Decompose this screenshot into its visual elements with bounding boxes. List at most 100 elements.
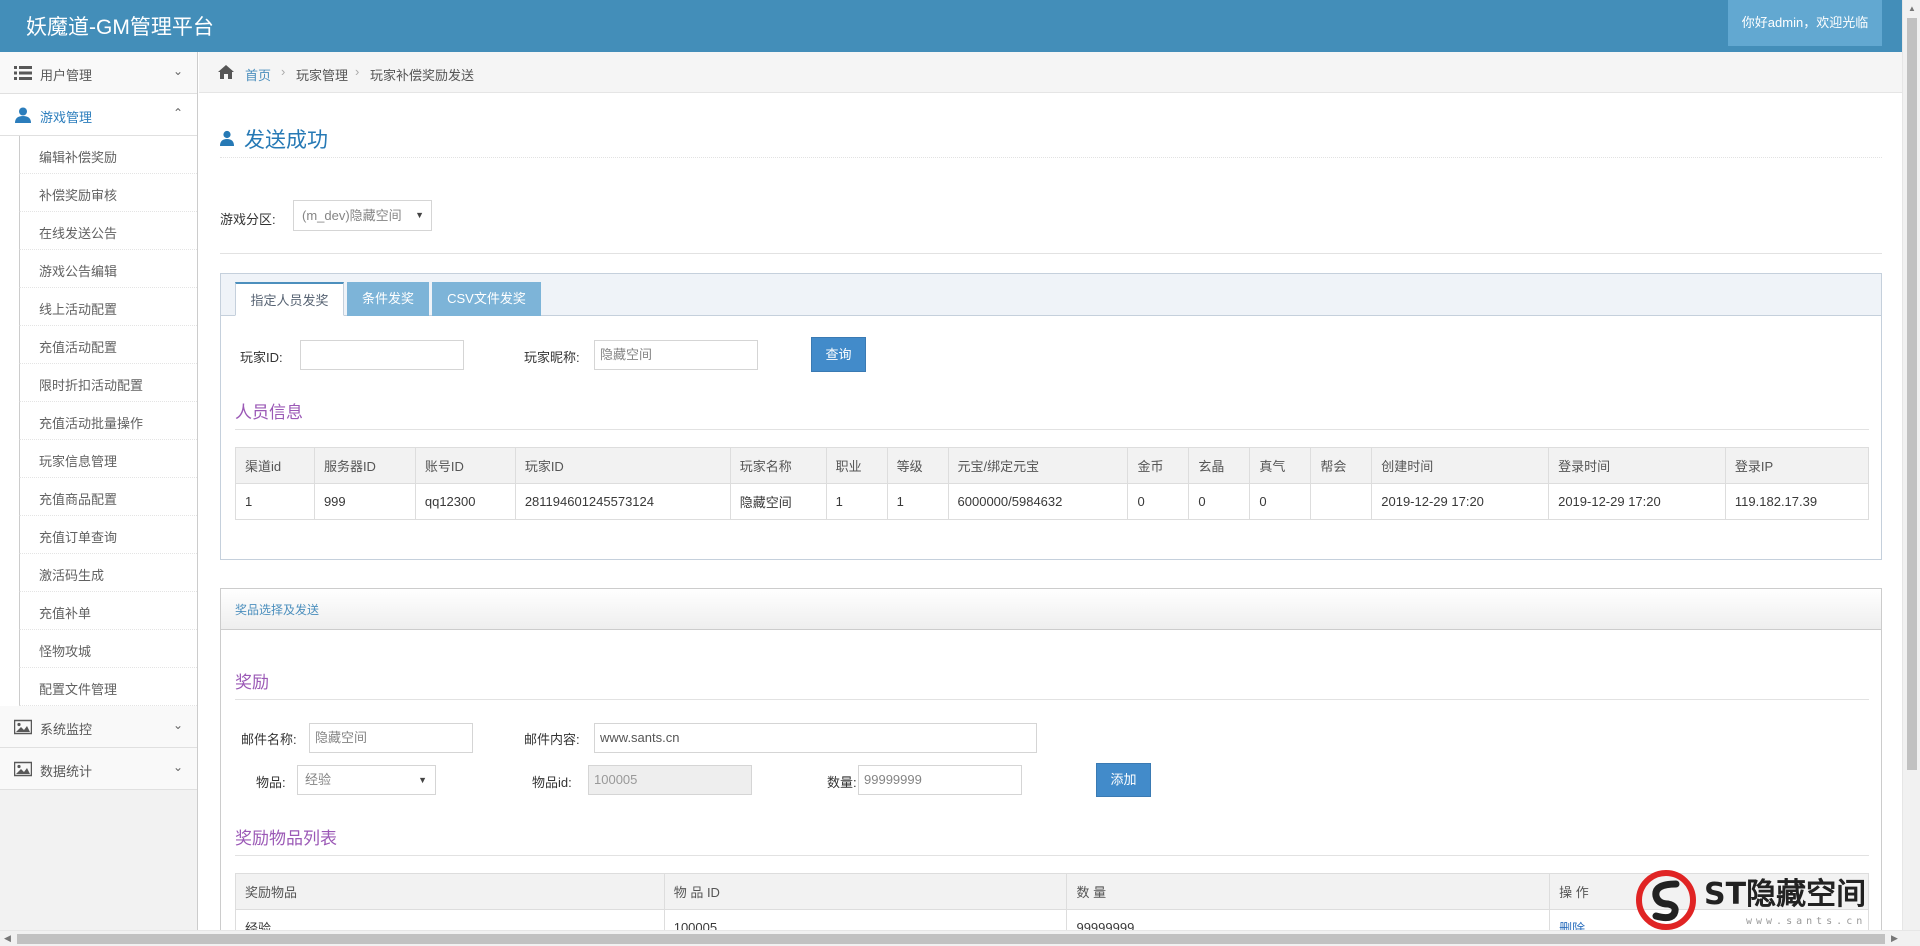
- user-icon: [15, 107, 31, 123]
- table-cell: 0: [1188, 483, 1251, 520]
- zone-selected-value: (m_dev)隐藏空间: [302, 208, 402, 223]
- sidebar-item-online-announcement[interactable]: 在线发送公告: [19, 212, 197, 250]
- zone-select[interactable]: (m_dev)隐藏空间 ▼: [293, 200, 432, 231]
- table-header-row: 渠道id 服务器ID 账号ID 玩家ID 玩家名称 职业 等级 元宝/绑定元宝 …: [235, 447, 1870, 484]
- sidebar-item-recharge-supplement[interactable]: 充值补单: [19, 592, 197, 630]
- sidebar-item-online-activity[interactable]: 线上活动配置: [19, 288, 197, 326]
- reward-list-title: 奖励物品列表: [235, 829, 337, 848]
- sidebar-item-announcement-edit[interactable]: 游戏公告编辑: [19, 250, 197, 288]
- quantity-input[interactable]: 99999999: [858, 765, 1022, 795]
- item-id-label: 物品id:: [532, 775, 572, 790]
- horizontal-scrollbar[interactable]: ◀ ▶: [0, 930, 1920, 946]
- zone-label: 游戏分区:: [220, 212, 276, 227]
- column-header: 账号ID: [414, 447, 516, 484]
- sidebar-group-data-statistics[interactable]: 数据统计 ⌄: [0, 748, 197, 790]
- player-id-input[interactable]: [300, 340, 464, 370]
- breadcrumb-current: 玩家补偿奖励发送: [370, 68, 475, 83]
- vertical-scrollbar[interactable]: ▲: [1902, 0, 1920, 930]
- divider: [220, 253, 1882, 254]
- sidebar-item-activation-code[interactable]: 激活码生成: [19, 554, 197, 592]
- divider: [235, 855, 1869, 856]
- caret-down-icon: ▼: [415, 210, 424, 220]
- column-header: 数 量: [1066, 873, 1551, 910]
- column-header: 真气: [1249, 447, 1312, 484]
- column-header: 帮会: [1310, 447, 1373, 484]
- table-cell: 281194601245573124: [514, 483, 731, 520]
- sidebar-item-compensation-review[interactable]: 补偿奖励审核: [19, 174, 197, 212]
- user-icon: [220, 130, 234, 146]
- page-title: 发送成功: [244, 129, 328, 152]
- player-id-label: 玩家ID:: [240, 350, 283, 365]
- sidebar-group-label: 系统监控: [40, 722, 93, 737]
- breadcrumb-home-link[interactable]: 首页: [245, 65, 271, 84]
- column-header: 服务器ID: [313, 447, 416, 484]
- player-info-table: 渠道id 服务器ID 账号ID 玩家ID 玩家名称 职业 等级 元宝/绑定元宝 …: [235, 447, 1870, 520]
- nickname-input[interactable]: 隐藏空间: [594, 340, 758, 370]
- item-selected-value: 经验: [305, 772, 332, 787]
- watermark-subtext: www.sants.cn: [1746, 916, 1866, 927]
- mail-name-input[interactable]: 隐藏空间: [309, 723, 473, 753]
- column-header: 奖励物品: [235, 873, 665, 910]
- tab-bar: 指定人员发奖 条件发奖 CSV文件发奖: [221, 274, 1881, 316]
- sidebar-item-recharge-orders[interactable]: 充值订单查询: [19, 516, 197, 554]
- scroll-left-icon[interactable]: ◀: [4, 933, 11, 944]
- column-header: 元宝/绑定元宝: [947, 447, 1129, 484]
- table-cell: 6000000/5984632: [947, 483, 1129, 520]
- app-title[interactable]: 妖魔道-GM管理平台: [26, 11, 214, 41]
- scroll-right-icon[interactable]: ▶: [1891, 933, 1898, 944]
- column-header: 职业: [825, 447, 888, 484]
- scroll-up-icon[interactable]: ▲: [1908, 4, 1916, 13]
- breadcrumb-separator: ›: [355, 64, 360, 79]
- sidebar-group-game-management[interactable]: 游戏管理 ⌃: [0, 94, 197, 136]
- column-header: 物 品 ID: [663, 873, 1068, 910]
- home-icon: [218, 65, 234, 79]
- scrollbar-thumb[interactable]: [17, 934, 1885, 944]
- sidebar-item-monster-siege[interactable]: 怪物攻城: [19, 630, 197, 668]
- sidebar-group-label: 用户管理: [40, 68, 93, 83]
- table-cell: 119.182.17.39: [1724, 483, 1870, 520]
- table-cell: 1: [886, 483, 949, 520]
- table-cell: 1: [825, 483, 888, 520]
- sidebar-item-config-files[interactable]: 配置文件管理: [19, 668, 197, 706]
- mail-content-label: 邮件内容:: [524, 732, 580, 747]
- breadcrumb-level1: 玩家管理: [296, 68, 349, 83]
- column-header: 创建时间: [1371, 447, 1550, 484]
- reward-panel-body: 奖励 邮件名称: 隐藏空间 邮件内容: www.sants.cn 物品: 经验 …: [220, 630, 1882, 946]
- sidebar-item-recharge-activity[interactable]: 充值活动配置: [19, 326, 197, 364]
- reward-panel-header[interactable]: 奖品选择及发送: [220, 588, 1882, 630]
- mail-content-input[interactable]: www.sants.cn: [594, 723, 1037, 753]
- tab-conditional[interactable]: 条件发奖: [347, 282, 429, 316]
- breadcrumb: 首页 › 玩家管理 › 玩家补偿奖励发送: [199, 52, 1902, 93]
- nickname-label: 玩家昵称:: [524, 350, 580, 365]
- chevron-down-icon: ⌄: [172, 718, 183, 732]
- table-cell: 2019-12-29 17:20: [1548, 483, 1726, 520]
- sidebar-group-label: 游戏管理: [40, 110, 93, 125]
- navbar: 妖魔道-GM管理平台 你好admin，欢迎光临: [0, 0, 1920, 52]
- sidebar-item-discount-activity[interactable]: 限时折扣活动配置: [19, 364, 197, 402]
- sidebar-item-recharge-batch[interactable]: 充值活动批量操作: [19, 402, 197, 440]
- table-header-row: 奖励物品 物 品 ID 数 量 操 作: [235, 873, 1869, 910]
- tab-csv[interactable]: CSV文件发奖: [432, 282, 541, 316]
- table-cell: 999: [313, 483, 416, 520]
- item-select[interactable]: 经验 ▼: [297, 765, 436, 795]
- scrollbar-thumb[interactable]: [1907, 18, 1917, 770]
- table-row: 1 999 qq12300 281194601245573124 隐藏空间 1 …: [235, 483, 1870, 520]
- sidebar-group-system-monitor[interactable]: 系统监控 ⌄: [0, 706, 197, 748]
- sidebar-item-edit-compensation[interactable]: 编辑补偿奖励: [19, 136, 197, 174]
- sidebar-item-player-info[interactable]: 玩家信息管理: [19, 440, 197, 478]
- sidebar-group-label: 数据统计: [40, 764, 93, 779]
- sidebar-group-user-management[interactable]: 用户管理 ⌄: [0, 52, 197, 94]
- award-tabs-panel: 指定人员发奖 条件发奖 CSV文件发奖 玩家ID: 玩家昵称: 隐藏空间 查询 …: [220, 273, 1882, 560]
- user-welcome-menu[interactable]: 你好admin，欢迎光临: [1728, 0, 1882, 46]
- sidebar: 用户管理 ⌄ 游戏管理 ⌃ 编辑补偿奖励 补偿奖励审核 在线发送公告 游戏公告编…: [0, 52, 198, 930]
- picture-icon: [14, 761, 32, 777]
- item-id-input[interactable]: 100005: [588, 765, 752, 795]
- table-cell: 隐藏空间: [729, 483, 827, 520]
- add-button[interactable]: 添加: [1096, 763, 1151, 797]
- column-header: 登录IP: [1724, 447, 1870, 484]
- sidebar-item-recharge-goods[interactable]: 充值商品配置: [19, 478, 197, 516]
- query-button[interactable]: 查询: [811, 337, 866, 372]
- tab-specified-players[interactable]: 指定人员发奖: [235, 282, 344, 316]
- breadcrumb-separator: ›: [281, 64, 286, 79]
- reward-title: 奖励: [235, 673, 269, 692]
